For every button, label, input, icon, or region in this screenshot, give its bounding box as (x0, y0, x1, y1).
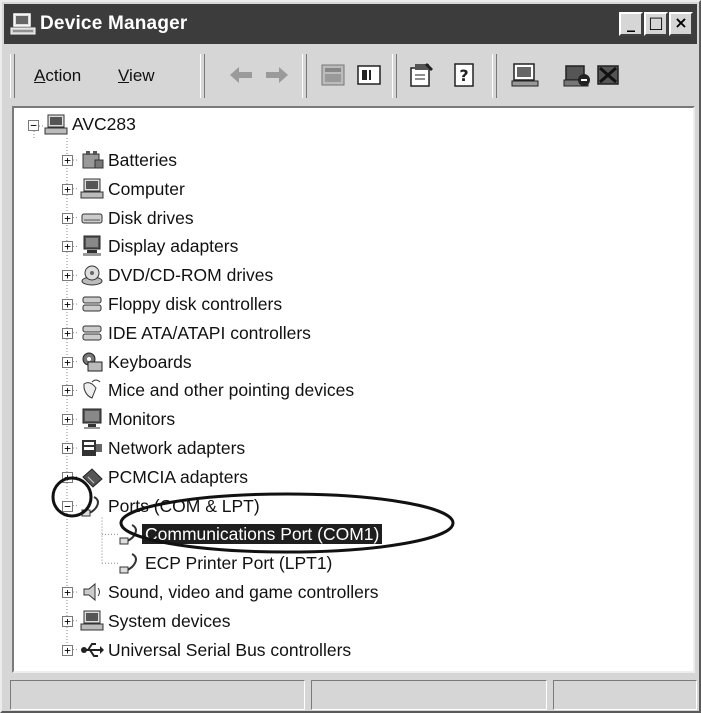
maximize-button[interactable]: □ (644, 12, 668, 36)
forward-arrow-icon[interactable] (262, 60, 292, 90)
minimize-button[interactable]: _ (619, 12, 643, 36)
tree-root-label[interactable]: AVC283 (72, 114, 136, 134)
expand-toggle[interactable]: + (62, 615, 73, 627)
tree-category-label[interactable]: Sound, video and game controllers (108, 582, 378, 602)
close-button[interactable]: × (669, 12, 693, 36)
tree-category-label[interactable]: Floppy disk controllers (108, 294, 282, 314)
battery-icon (82, 151, 104, 169)
tree-category-label[interactable]: Computer (108, 179, 185, 199)
toolbar-separator (302, 54, 307, 98)
tree-category-label[interactable]: IDE ATA/ATAPI controllers (108, 323, 311, 343)
tree-category-label[interactable]: DVD/CD-ROM drives (108, 265, 273, 285)
usb-icon (81, 642, 104, 657)
menu-view[interactable]: View (118, 66, 155, 86)
menu-action[interactable]: Action (34, 66, 81, 86)
tree-device-label-selected[interactable]: Communications Port (COM1) (142, 524, 383, 545)
expand-toggle[interactable]: + (62, 356, 73, 368)
expand-toggle[interactable]: + (62, 587, 73, 598)
port-icon (119, 553, 137, 574)
expand-toggle[interactable]: + (62, 241, 73, 253)
expand-toggle[interactable]: + (62, 414, 73, 426)
ide-controller-icon (82, 325, 102, 341)
tree-category-label[interactable]: Mice and other pointing devices (108, 380, 354, 400)
expand-toggle[interactable]: + (62, 155, 73, 166)
tree-category-label[interactable]: Disk drives (108, 208, 194, 228)
tree-device-label[interactable]: ECP Printer Port (LPT1) (145, 553, 332, 573)
tree-category-label[interactable]: Display adapters (108, 236, 238, 256)
toolbar-grip[interactable] (10, 54, 15, 98)
speaker-icon (83, 582, 100, 602)
toolbar-grip[interactable] (200, 54, 205, 98)
mouse-icon (83, 379, 101, 400)
window-title: Device Manager (40, 13, 188, 34)
expand-toggle[interactable]: + (62, 471, 73, 483)
device-manager-icon (10, 13, 36, 35)
system-device-icon (80, 610, 104, 631)
disable-device-icon[interactable] (562, 60, 592, 90)
expand-toggle[interactable]: + (62, 644, 73, 656)
device-manager-window: Device Manager _ □ × Action View ? − AVC… (0, 0, 701, 713)
tree-category-label[interactable]: System devices (108, 611, 231, 631)
menu-toolbar: Action View ? (4, 46, 697, 104)
title-bar[interactable]: Device Manager _ □ × (4, 4, 697, 44)
expand-toggle[interactable]: + (62, 385, 73, 397)
expand-toggle[interactable]: + (62, 183, 73, 195)
tree-category-label[interactable]: Keyboards (108, 352, 192, 372)
collapse-toggle[interactable]: − (62, 500, 73, 512)
svg-text:?: ? (459, 66, 468, 85)
expand-toggle[interactable]: + (62, 443, 73, 454)
port-icon (119, 524, 137, 545)
status-cell-2 (311, 680, 547, 710)
computer-icon (80, 178, 104, 199)
status-bar (10, 680, 697, 710)
device-tree-panel[interactable]: − AVC283 + Batteries + Computer + Disk drives… (12, 106, 695, 673)
tree-category-label[interactable]: PCMCIA adapters (108, 467, 248, 487)
port-icon (81, 495, 99, 517)
toolbar-separator (392, 54, 397, 98)
back-arrow-icon[interactable] (226, 60, 256, 90)
pcmcia-icon (82, 468, 103, 488)
status-cell-1 (10, 680, 305, 710)
expand-toggle[interactable]: + (62, 270, 73, 282)
expand-toggle[interactable]: + (62, 299, 73, 310)
tree-category-label[interactable]: Ports (COM & LPT) (108, 496, 260, 516)
properties-page-icon[interactable] (318, 60, 348, 90)
help-icon[interactable]: ? (450, 60, 480, 90)
network-adapter-icon (82, 440, 102, 456)
disk-drive-icon (81, 213, 103, 224)
keyboard-icon (82, 352, 103, 372)
display-adapter-icon (83, 235, 101, 257)
tree-category-label[interactable]: Batteries (108, 150, 177, 170)
tree-category-label[interactable]: Universal Serial Bus controllers (108, 640, 351, 660)
properties-icon[interactable] (406, 60, 436, 90)
collapse-toggle[interactable]: − (28, 120, 39, 131)
uninstall-device-icon[interactable] (594, 60, 624, 90)
toolbar-separator (492, 54, 497, 98)
tree-category-label[interactable]: Monitors (108, 409, 175, 429)
expand-toggle[interactable]: + (62, 327, 73, 339)
expand-toggle[interactable]: + (62, 212, 73, 224)
status-cell-3 (553, 680, 697, 710)
floppy-controller-icon (82, 296, 102, 312)
tree-category-label[interactable]: Network adapters (108, 438, 245, 458)
computer-icon (44, 114, 68, 135)
monitor-icon (82, 408, 102, 430)
cd-rom-icon (81, 265, 103, 286)
show-hide-tree-icon[interactable] (354, 60, 384, 90)
scan-hardware-icon[interactable] (510, 60, 540, 90)
